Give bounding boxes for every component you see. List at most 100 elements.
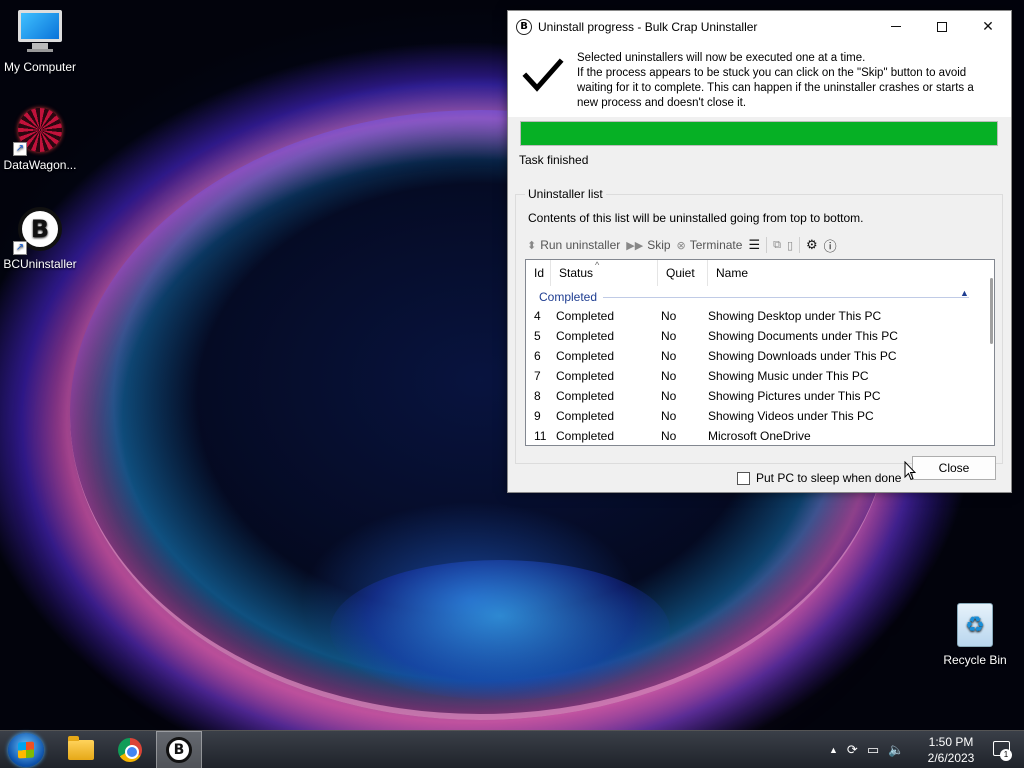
network-icon[interactable]: ▭ <box>867 742 879 758</box>
mouse-cursor-icon <box>904 461 916 481</box>
column-header-id[interactable]: Id <box>526 260 551 286</box>
taskbar-chrome[interactable] <box>107 731 153 768</box>
bcu-taskbar-icon: B <box>166 737 192 763</box>
row-status-cell: Completed <box>556 349 615 363</box>
sleep-checkbox-label: Put PC to sleep when done <box>756 471 902 485</box>
volume-icon[interactable]: 🔈 <box>888 742 904 758</box>
clock-date: 2/6/2023 <box>927 751 975 765</box>
message-text: Selected uninstallers will now be execut… <box>577 51 997 111</box>
toolbar-separator <box>799 237 801 253</box>
recycle-bin-icon: ♻ <box>952 603 998 649</box>
group-divider <box>603 296 969 298</box>
terminate-label: Terminate <box>689 238 743 252</box>
row-quiet-cell: No <box>661 349 677 363</box>
minimize-icon <box>891 26 901 27</box>
open-external-icon[interactable]: ⧉ <box>773 239 781 252</box>
vertical-scrollbar[interactable] <box>985 276 994 445</box>
row-status-cell: Completed <box>556 369 615 383</box>
taskbar-bc-uninstaller[interactable]: B <box>156 731 202 768</box>
taskbar-file-explorer[interactable] <box>58 731 104 768</box>
skip-button[interactable]: ▶▶ Skip <box>626 238 670 252</box>
windows-logo-icon <box>18 741 34 759</box>
close-window-button[interactable]: ✕ <box>965 11 1011 42</box>
sleep-checkbox[interactable] <box>737 471 750 485</box>
table-row[interactable]: 7 Completed No Showing Music under This PC <box>526 366 986 386</box>
system-tray: ▲ ⟳ ▭ 🔈 <box>829 731 904 768</box>
row-name-cell: Showing Downloads under This PC <box>708 349 897 363</box>
progress-bar-fill <box>521 122 997 145</box>
minimize-button[interactable] <box>873 11 919 42</box>
column-header-status[interactable]: ^ Status <box>551 260 658 286</box>
table-row[interactable]: 6 Completed No Showing Downloads under This… <box>526 346 986 366</box>
terminate-button[interactable]: ⊗ Terminate <box>677 238 743 252</box>
row-id-cell: 6 <box>534 349 541 363</box>
list-rows: 4 Completed No Showing Desktop under This P… <box>526 306 986 445</box>
message-line: Selected uninstallers will now be execut… <box>577 52 866 64</box>
table-row[interactable]: 8 Completed No Showing Pictures under This … <box>526 386 986 406</box>
list-view-icon[interactable]: ☰ <box>748 237 760 253</box>
info-icon[interactable]: ⓘ <box>824 236 837 255</box>
uninstaller-listview[interactable]: Id ^ Status Quiet Name Completed ▲ 4 Comp… <box>525 259 995 446</box>
row-quiet-cell: No <box>661 429 677 443</box>
desktop-icon-datawagon[interactable]: ↗ DataWagon... <box>0 108 80 172</box>
column-header-quiet[interactable]: Quiet <box>658 260 708 286</box>
row-id-cell: 5 <box>534 329 541 343</box>
desktop-icon-label: BCUninstaller <box>3 257 77 271</box>
checkmark-icon <box>522 58 564 92</box>
desktop-icon-label: DataWagon... <box>3 158 77 172</box>
column-header-status-label: Status <box>559 266 594 280</box>
row-quiet-cell: No <box>661 309 677 323</box>
group-description: Contents of this list will be uninstalle… <box>528 211 864 225</box>
progress-bar <box>520 121 998 146</box>
uninstaller-list-group: Uninstaller list Contents of this list w… <box>515 187 1003 464</box>
scrollbar-thumb[interactable] <box>990 278 993 344</box>
show-hidden-icons-chevron-icon[interactable]: ▲ <box>829 745 838 755</box>
title-bar[interactable]: B Uninstall progress - Bulk Crap Uninsta… <box>508 11 1011 42</box>
uninstall-progress-window: B Uninstall progress - Bulk Crap Uninsta… <box>507 10 1012 493</box>
list-header: Id ^ Status Quiet Name <box>526 260 986 286</box>
list-group-header[interactable]: Completed <box>539 289 969 305</box>
row-quiet-cell: No <box>661 369 677 383</box>
row-status-cell: Completed <box>556 409 615 423</box>
maximize-icon <box>937 21 947 32</box>
desktop-icon-bcuninstaller[interactable]: B ↗ BCUninstaller <box>0 207 80 271</box>
document-icon[interactable]: ▯ <box>787 239 793 252</box>
row-name-cell: Showing Music under This PC <box>708 369 869 383</box>
shortcut-arrow-icon: ↗ <box>13 142 27 156</box>
task-status-label: Task finished <box>519 153 589 167</box>
row-name-cell: Showing Documents under This PC <box>708 329 898 343</box>
taskbar-clock[interactable]: 1:50 PM 2/6/2023 <box>922 734 980 766</box>
message-line: If the process appears to be stuck you c… <box>577 67 974 109</box>
row-quiet-cell: No <box>661 389 677 403</box>
run-uninstaller-label: Run uninstaller <box>540 238 621 252</box>
settings-gear-icon[interactable]: ⚙ <box>806 237 818 253</box>
row-status-cell: Completed <box>556 329 615 343</box>
row-status-cell: Completed <box>556 429 615 443</box>
table-row[interactable]: 9 Completed No Showing Videos under This PC <box>526 406 986 426</box>
close-button[interactable]: Close <box>912 456 996 480</box>
collapse-group-icon[interactable]: ▲ <box>960 288 969 298</box>
row-id-cell: 7 <box>534 369 541 383</box>
desktop-icon-my-computer[interactable]: My Computer <box>0 10 80 74</box>
table-row[interactable]: 5 Completed No Showing Documents under This… <box>526 326 986 346</box>
table-row[interactable]: 11 Completed No Microsoft OneDrive <box>526 426 986 445</box>
table-row[interactable]: 4 Completed No Showing Desktop under This P… <box>526 306 986 326</box>
row-status-cell: Completed <box>556 389 615 403</box>
run-uninstaller-button[interactable]: ⬍ Run uninstaller <box>527 238 620 252</box>
taskbar: B ▲ ⟳ ▭ 🔈 1:50 PM 2/6/2023 1 <box>0 730 1024 768</box>
column-header-name[interactable]: Name <box>708 260 978 286</box>
row-name-cell: Microsoft OneDrive <box>708 429 811 443</box>
maximize-button[interactable] <box>919 11 965 42</box>
sort-ascending-icon: ^ <box>595 260 600 270</box>
row-status-cell: Completed <box>556 309 615 323</box>
sync-icon[interactable]: ⟳ <box>847 742 858 758</box>
sleep-option[interactable]: Put PC to sleep when done <box>737 471 901 485</box>
chrome-icon <box>118 738 142 762</box>
row-id-cell: 8 <box>534 389 541 403</box>
row-name-cell: Showing Videos under This PC <box>708 409 874 423</box>
clock-time: 1:50 PM <box>928 735 974 749</box>
row-id-cell: 11 <box>534 429 547 443</box>
desktop-icon-recycle-bin[interactable]: ♻ Recycle Bin <box>935 603 1015 667</box>
toolbar-separator <box>766 237 768 253</box>
start-button[interactable] <box>8 733 44 767</box>
